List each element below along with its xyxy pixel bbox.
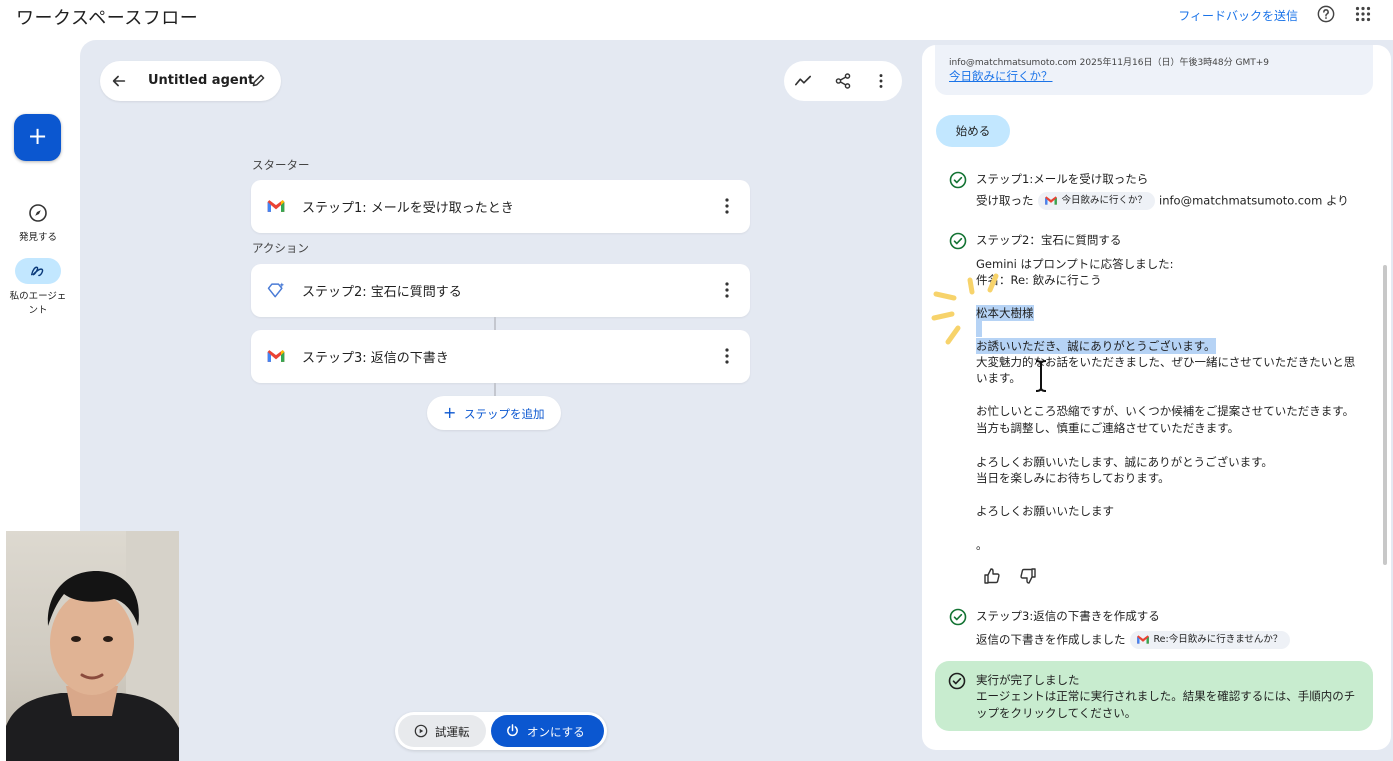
edit-pencil-icon[interactable] xyxy=(250,72,267,89)
test-run-label: 試運転 xyxy=(435,725,470,739)
back-arrow-icon[interactable] xyxy=(110,72,128,90)
rail-item-label: 私のエージェント xyxy=(9,291,67,316)
chip-label: 今日飲みに行くか？ xyxy=(1061,195,1148,206)
step1-prefix: 受け取った xyxy=(976,193,1034,208)
response-line: 当方も調整し、慎重にご連絡させていただきます。 xyxy=(976,421,1240,435)
turn-on-button[interactable]: オンにする xyxy=(491,715,604,747)
gmail-icon xyxy=(267,350,285,362)
check-circle-icon xyxy=(949,171,967,189)
more-vert-icon[interactable] xyxy=(724,197,730,215)
apps-grid-icon[interactable] xyxy=(1355,6,1371,22)
more-vert-icon[interactable] xyxy=(872,72,890,90)
response-line: お誘いいただき、誠にありがとうございます。 xyxy=(976,338,1216,354)
check-circle-icon xyxy=(949,608,967,626)
presenter-video xyxy=(6,531,179,761)
response-line: よろしくお願いいたします xyxy=(976,504,1114,518)
agent-header: Untitled agent xyxy=(100,61,281,101)
help-icon[interactable] xyxy=(1317,5,1335,23)
canvas-tools xyxy=(784,61,902,101)
run-complete-body: エージェントは正常に実行されました。結果を確認するには、手順内のチップをクリック… xyxy=(976,689,1356,720)
new-agent-button[interactable]: + xyxy=(14,114,61,161)
step3-title: ステップ3:返信の下書きを作成する xyxy=(976,609,1160,623)
response-line: います。 xyxy=(976,371,1021,385)
agent-icon xyxy=(30,266,44,277)
starter-section-label: スターター xyxy=(252,158,310,172)
step3-prefix: 返信の下書きを作成しました xyxy=(976,632,1126,647)
action-section-label: アクション xyxy=(252,241,309,255)
more-vert-icon[interactable] xyxy=(724,347,730,365)
plus-icon: + xyxy=(443,403,457,422)
step1-title: ステップ1:メールを受け取ったら xyxy=(976,172,1149,186)
share-icon[interactable] xyxy=(834,72,852,90)
top-bar: ワークスペースフロー フィードバックを送信 xyxy=(0,0,1393,38)
email-chip[interactable]: 今日飲みに行くか？ xyxy=(1037,192,1156,210)
step-label: ステップ3: 返信の下書き xyxy=(302,351,449,366)
click-highlight-burst xyxy=(931,273,999,345)
step-card-2[interactable]: ステップ2: 宝石に質問する xyxy=(251,264,750,317)
step-card-3[interactable]: ステップ3: 返信の下書き xyxy=(251,330,750,383)
check-circle-icon xyxy=(949,232,967,250)
play-circle-icon xyxy=(414,724,428,738)
run-controls: 試運転 オンにする xyxy=(395,712,607,750)
rail-item-discover[interactable]: 発見する xyxy=(0,203,76,243)
run-complete-title: 実行が完了しました xyxy=(976,673,1080,687)
run-log-panel: info@matchmatsumoto.com 2025年11月16日（日）午後… xyxy=(922,45,1391,750)
email-subject-link[interactable]: 今日飲みに行くか？ xyxy=(949,68,1053,84)
step1-detail: 受け取った 今日飲みに行くか？ info@matchmatsumoto.com より xyxy=(976,192,1349,210)
flow-connector xyxy=(494,383,496,396)
thumbs-up-icon[interactable] xyxy=(983,567,1001,585)
check-circle-icon xyxy=(948,672,966,690)
start-button[interactable]: 始める xyxy=(936,115,1010,147)
app-title: ワークスペースフロー xyxy=(16,8,199,29)
gmail-icon xyxy=(1044,196,1057,205)
rail-item-label: 発見する xyxy=(18,232,57,243)
response-line: 。 xyxy=(976,538,988,552)
chip-label: Re:今日飲みに行きませんか？ xyxy=(1153,634,1283,645)
text-cursor-icon xyxy=(1035,360,1047,392)
flow-connector xyxy=(494,317,496,330)
more-vert-icon[interactable] xyxy=(724,281,730,299)
power-icon xyxy=(507,724,518,737)
run-complete-banner: 実行が完了しました エージェントは正常に実行されました。結果を確認するには、手順… xyxy=(935,661,1373,731)
email-meta: info@matchmatsumoto.com 2025年11月16日（日）午後… xyxy=(949,58,1269,68)
step-card-1[interactable]: ステップ1: メールを受け取ったとき xyxy=(251,180,750,233)
response-line: Gemini はプロンプトに応答しました: xyxy=(976,257,1174,271)
send-feedback-link[interactable]: フィードバックを送信 xyxy=(1178,7,1298,24)
add-step-label: ステップを追加 xyxy=(464,407,545,421)
response-line: 当日を楽しみにお待ちしております。 xyxy=(976,471,1170,485)
gem-icon xyxy=(267,282,285,298)
draft-chip[interactable]: Re:今日飲みに行きませんか？ xyxy=(1129,631,1291,649)
step2-title: ステップ2：宝石に質問する xyxy=(976,233,1122,247)
response-line: お忙しいところ恐縮ですが、いくつか候補をご提案させていただきます。 xyxy=(976,404,1355,418)
step-label: ステップ2: 宝石に質問する xyxy=(302,285,462,300)
agents-pill xyxy=(15,258,61,284)
gmail-icon xyxy=(1136,635,1149,644)
rail-item-my-agents[interactable]: 私のエージェント xyxy=(0,258,76,318)
response-line: よろしくお願いいたします、誠にありがとうございます。 xyxy=(976,455,1273,469)
add-step-button[interactable]: + ステップを追加 xyxy=(427,396,561,430)
test-run-button[interactable]: 試運転 xyxy=(398,715,486,747)
webcam-overlay xyxy=(6,531,179,761)
panel-scrollbar[interactable] xyxy=(1383,265,1387,565)
gmail-icon xyxy=(267,200,285,212)
thumbs-down-icon[interactable] xyxy=(1019,567,1037,585)
step1-suffix: info@matchmatsumoto.com より xyxy=(1159,193,1349,208)
compass-icon xyxy=(29,204,47,222)
turn-on-label: オンにする xyxy=(527,725,585,739)
trigger-email-card: info@matchmatsumoto.com 2025年11月16日（日）午後… xyxy=(935,45,1373,95)
step3-detail: 返信の下書きを作成しました Re:今日飲みに行きませんか？ xyxy=(976,631,1294,649)
agent-name[interactable]: Untitled agent xyxy=(148,73,254,88)
step-label: ステップ1: メールを受け取ったとき xyxy=(302,201,514,216)
activity-chart-icon[interactable] xyxy=(794,72,812,90)
